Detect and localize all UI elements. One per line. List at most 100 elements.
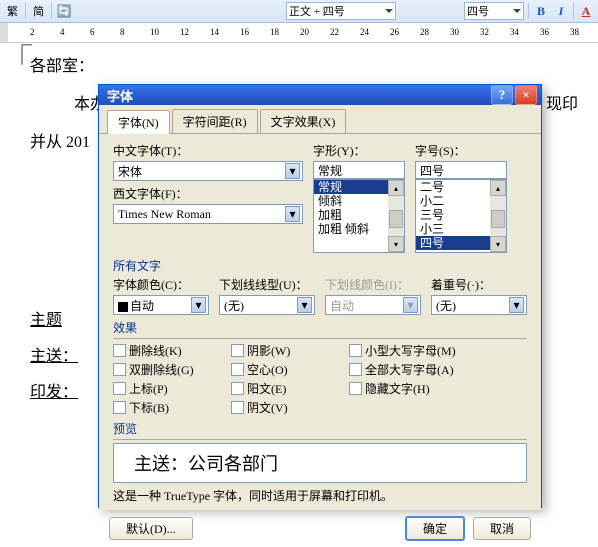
check-label: 阳文(E) — [247, 380, 286, 397]
check-label: 双删除线(G) — [129, 361, 194, 378]
horizontal-ruler[interactable]: 2 4 6 8 10 12 14 16 18 20 22 24 26 28 30… — [0, 23, 598, 43]
check-dblstrike[interactable]: 双删除线(G) — [113, 361, 223, 378]
italic-icon[interactable]: I — [553, 3, 569, 19]
ruler-tick: 2 — [30, 27, 35, 37]
effects-checks: 删除线(K) 阴影(W) 小型大写字母(M) 双删除线(G) 空心(O) 全部大… — [113, 342, 527, 416]
tab-text-effects[interactable]: 文字效果(X) — [260, 109, 347, 133]
ruler-tick: 20 — [300, 27, 309, 37]
tb-trad[interactable]: 繁 — [4, 3, 21, 19]
tb-simp[interactable]: 简 — [30, 3, 47, 19]
chevron-down-icon — [385, 7, 393, 15]
ruler-tick: 38 — [570, 27, 579, 37]
ruler-tick: 4 — [60, 27, 65, 37]
chevron-down-icon: ▾ — [297, 297, 312, 313]
ul-type-select[interactable]: (无)▾ — [219, 295, 315, 315]
ruler-tick: 24 — [360, 27, 369, 37]
style-label: 字形(Y)： — [313, 142, 405, 159]
ruler-tick: 28 — [420, 27, 429, 37]
check-super[interactable]: 上标(P) — [113, 380, 223, 397]
dialog-buttons: 默认(D)... 确定 取消 — [99, 510, 541, 547]
cancel-button[interactable]: 取消 — [473, 517, 531, 540]
ruler-tick: 8 — [120, 27, 125, 37]
separator — [528, 3, 529, 19]
check-label: 下标(B) — [129, 399, 169, 416]
cn-font-label: 中文字体(T)： — [113, 142, 303, 159]
scrollbar[interactable]: ▴▾ — [490, 180, 506, 252]
chevron-down-icon: ▾ — [285, 206, 300, 222]
doc-line-0: 各部室： — [30, 53, 590, 81]
default-button[interactable]: 默认(D)... — [109, 517, 193, 540]
check-label: 上标(P) — [129, 380, 168, 397]
check-label: 小型大写字母(M) — [365, 342, 456, 359]
ul-color-label: 下划线颜色(I)： — [325, 276, 421, 293]
check-allcaps[interactable]: 全部大写字母(A) — [349, 361, 489, 378]
dialog-titlebar[interactable]: 字体 ? × — [99, 85, 541, 105]
scroll-down-button[interactable]: ▾ — [388, 236, 404, 252]
check-shadow[interactable]: 阴影(W) — [231, 342, 341, 359]
size-listbox[interactable]: 二号 小二 三号 小三 四号 ▴▾ — [415, 179, 507, 253]
ruler-tick: 32 — [480, 27, 489, 37]
cn-font-value: 宋体 — [118, 163, 142, 180]
check-label: 隐藏文字(H) — [365, 380, 430, 397]
ruler-tick: 36 — [540, 27, 549, 37]
separator — [573, 3, 574, 19]
font-hint: 这是一种 TrueType 字体，同时适用于屏幕和打印机。 — [113, 487, 527, 504]
ul-color-select: 自动▾ — [325, 295, 421, 315]
cn-font-select[interactable]: 宋体 ▾ — [113, 161, 303, 181]
style-listbox[interactable]: 常规 倾斜 加粗 加粗 倾斜 ▴▾ — [313, 179, 405, 253]
size-input[interactable]: 四号 — [415, 161, 507, 179]
check-emboss[interactable]: 阳文(E) — [231, 380, 341, 397]
font-dialog: 字体 ? × 字体(N) 字符间距(R) 文字效果(X) 中文字体(T)： 宋体… — [98, 84, 542, 508]
scroll-up-button[interactable]: ▴ — [490, 180, 506, 196]
check-label: 全部大写字母(A) — [365, 361, 454, 378]
bold-icon[interactable]: B — [533, 3, 549, 19]
separator — [25, 3, 26, 19]
refresh-icon[interactable]: 🔄 — [56, 3, 72, 19]
dialog-tabs: 字体(N) 字符间距(R) 文字效果(X) — [99, 105, 541, 134]
font-color-select[interactable]: 自动 ▾ — [113, 295, 209, 315]
separator — [51, 3, 52, 19]
ruler-tick: 14 — [210, 27, 219, 37]
main-toolbar: 繁 简 🔄 正文 + 四号 四号 B I A — [0, 0, 598, 23]
style-input[interactable]: 常规 — [313, 161, 405, 179]
ruler-tick: 6 — [90, 27, 95, 37]
check-sub[interactable]: 下标(B) — [113, 399, 223, 416]
em-mark-label: 着重号(·)： — [431, 276, 527, 293]
ruler-tick: 34 — [510, 27, 519, 37]
scrollbar[interactable]: ▴▾ — [388, 180, 404, 252]
ruler-tick: 30 — [450, 27, 459, 37]
em-mark-select[interactable]: (无) ▾ — [431, 295, 527, 315]
ruler-tick: 18 — [270, 27, 279, 37]
style-selector[interactable]: 正文 + 四号 — [286, 2, 396, 20]
close-button[interactable]: × — [515, 85, 537, 105]
ruler-tick: 22 — [330, 27, 339, 37]
check-smallcaps[interactable]: 小型大写字母(M) — [349, 342, 489, 359]
fontsize-selector[interactable]: 四号 — [464, 2, 524, 20]
ruler-tick: 16 — [240, 27, 249, 37]
west-font-select[interactable]: Times New Roman ▾ — [113, 204, 303, 224]
em-mark-value: (无) — [436, 297, 456, 314]
scrollbar-thumb[interactable] — [491, 210, 505, 228]
scroll-down-button[interactable]: ▾ — [490, 236, 506, 252]
check-label: 空心(O) — [247, 361, 288, 378]
chevron-down-icon — [513, 7, 521, 15]
font-color-icon[interactable]: A — [578, 3, 594, 19]
all-text-group-label: 所有文字 — [113, 257, 527, 274]
chevron-down-icon: ▾ — [509, 297, 524, 313]
tab-font[interactable]: 字体(N) — [107, 110, 170, 134]
scrollbar-thumb[interactable] — [389, 210, 403, 228]
tab-char-spacing[interactable]: 字符间距(R) — [172, 109, 258, 133]
size-label: 字号(S)： — [415, 142, 507, 159]
preview-box: 主送：公司各部门 — [113, 443, 527, 483]
ruler-tick: 10 — [150, 27, 159, 37]
check-outline[interactable]: 空心(O) — [231, 361, 341, 378]
check-engrave[interactable]: 阴文(V) — [231, 399, 341, 416]
scroll-up-button[interactable]: ▴ — [388, 180, 404, 196]
check-strikethrough[interactable]: 删除线(K) — [113, 342, 223, 359]
ok-button[interactable]: 确定 — [405, 516, 465, 541]
chevron-down-icon: ▾ — [403, 297, 418, 313]
style-name-value: 正文 + 四号 — [289, 3, 345, 19]
help-button[interactable]: ? — [491, 85, 513, 105]
preview-group-label: 预览 — [113, 420, 527, 437]
check-hidden[interactable]: 隐藏文字(H) — [349, 380, 489, 397]
